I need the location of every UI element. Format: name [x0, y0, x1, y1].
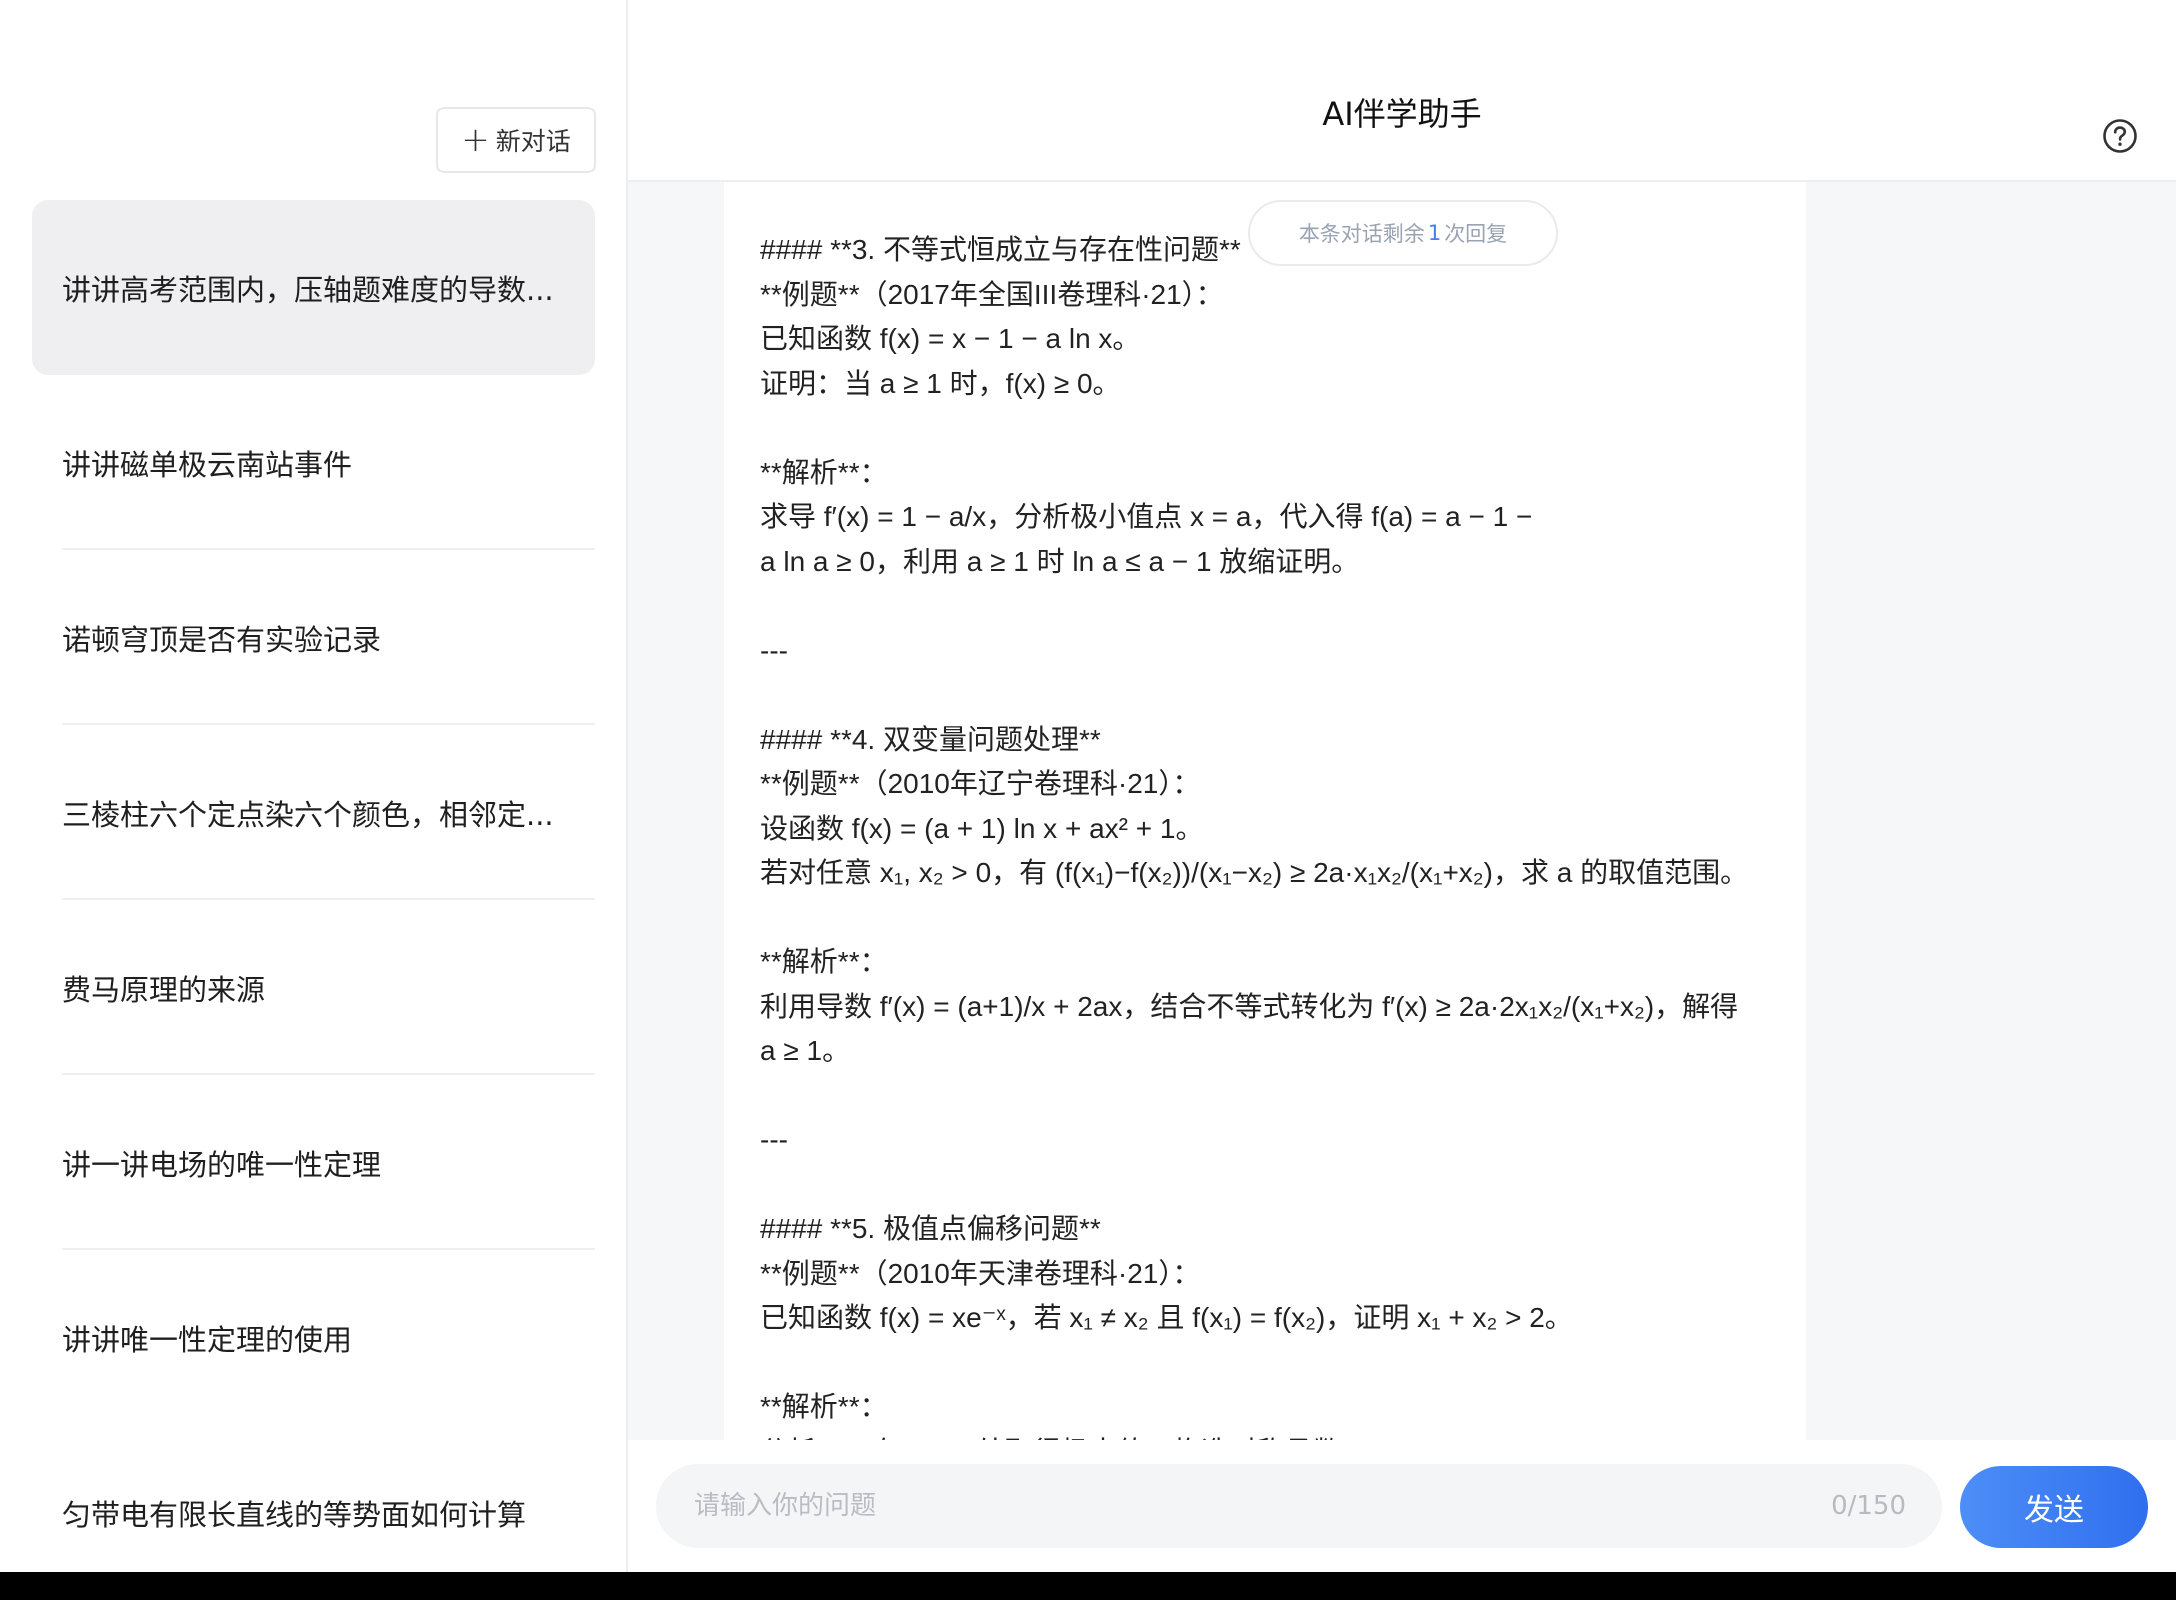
conversation-title: 诺顿穹顶是否有实验记录	[62, 622, 382, 657]
message-line: 已知函数 f(x) = xe⁻ˣ，若 x₁ ≠ x₂ 且 f(x₁) = f(x…	[760, 1302, 1573, 1333]
message-line	[760, 406, 1780, 451]
send-button[interactable]: 发送	[1960, 1466, 2148, 1548]
conversation-list: 讲讲高考范围内，压轴题难度的导数... 讲讲磁单极云南站事件 诺顿穹顶是否有实验…	[32, 200, 595, 1600]
message-line: **解析**：	[760, 1391, 888, 1422]
message-line: ---	[760, 634, 788, 666]
message-content: #### **3. 不等式恒成立与存在性问题** **例题**（2017年全国II…	[760, 228, 1780, 1440]
conversation-item[interactable]: 讲一讲电场的唯一性定理	[32, 1075, 595, 1250]
remaining-count: 1	[1427, 221, 1442, 245]
conversation-item-active[interactable]: 讲讲高考范围内，压轴题难度的导数...	[32, 200, 595, 375]
help-icon[interactable]	[2102, 118, 2138, 154]
message-line: a ln a ≥ 0，利用 a ≥ 1 时 ln a ≤ a − 1 放缩证明。	[760, 545, 1360, 577]
message-line: **例题**（2017年全国III卷理科·21）：	[760, 278, 1224, 310]
message-line: 利用导数 f′(x) = (a+1)/x + 2ax，结合不等式转化为 f′(x…	[760, 990, 1739, 1022]
message-line	[760, 896, 1780, 941]
conversation-title: 费马原理的来源	[62, 972, 266, 1007]
remaining-prefix: 本条对话剩余	[1298, 222, 1425, 246]
message-line: #### **5. 极值点偏移问题**	[760, 1213, 1101, 1244]
conversation-title: 匀带电有限长直线的等势面如何计算	[62, 1497, 527, 1532]
message-line	[760, 584, 1780, 629]
message-line: 设函数 f(x) = (a + 1) ln x + ax² + 1。	[760, 812, 1204, 844]
conversation-title: 讲讲磁单极云南站事件	[62, 447, 353, 482]
question-input[interactable]	[692, 1490, 1596, 1522]
message-line: 证明：当 a ≥ 1 时，f(x) ≥ 0。	[760, 367, 1121, 399]
message-line: #### **4. 双变量问题处理**	[760, 723, 1101, 755]
new-chat-button[interactable]: + 新对话	[436, 107, 596, 173]
chat-area[interactable]: #### **3. 不等式恒成立与存在性问题** **例题**（2017年全国II…	[628, 182, 2176, 1440]
system-nav-bar	[0, 1572, 2176, 1600]
conversation-item[interactable]: 三棱柱六个定点染六个颜色，相邻定...	[32, 725, 595, 900]
header: AI伴学助手	[628, 40, 2176, 182]
message-line	[760, 1074, 1780, 1119]
sidebar: + 新对话 讲讲高考范围内，压轴题难度的导数... 讲讲磁单极云南站事件 诺顿穹…	[0, 0, 628, 1600]
char-counter: 0/150	[1831, 1491, 1906, 1521]
message-line	[760, 673, 1780, 718]
conversation-item[interactable]: 讲讲磁单极云南站事件	[32, 375, 595, 550]
message-line: 求导 f′(x) = 1 − a/x，分析极小值点 x = a，代入得 f(a)…	[760, 501, 1533, 532]
main-panel: AI伴学助手 #### **3. 不等式恒成立与存在性问题** **例题**（20…	[628, 0, 2176, 1572]
conversation-item[interactable]: 讲讲唯一性定理的使用	[32, 1250, 595, 1425]
remaining-suffix: 次回复	[1444, 222, 1508, 246]
remaining-replies-badge: 本条对话剩余 1 次回复	[1248, 200, 1558, 266]
message-line: ---	[760, 1124, 788, 1155]
message-line: 若对任意 x₁, x₂ > 0，有 (f(x₁)−f(x₂))/(x₁−x₂) …	[760, 857, 1749, 888]
page-title: AI伴学助手	[1322, 95, 1482, 133]
message-line: **例题**（2010年辽宁卷理科·21）：	[760, 768, 1201, 799]
message-line	[760, 1163, 1780, 1208]
message-line: **例题**（2010年天津卷理科·21）：	[760, 1257, 1201, 1289]
plus-icon: +	[461, 120, 490, 160]
question-input-container: 0/150	[656, 1464, 1942, 1548]
conversation-title: 讲讲高考范围内，压轴题难度的导数...	[62, 272, 554, 307]
message-line: 已知函数 f(x) = x − 1 − a ln x。	[760, 323, 1141, 354]
conversation-title: 三棱柱六个定点染六个颜色，相邻定...	[62, 797, 554, 832]
message-line: a ≥ 1。	[760, 1035, 851, 1066]
message-line: **解析**：	[760, 946, 888, 977]
conversation-item[interactable]: 费马原理的来源	[32, 900, 595, 1075]
conversation-title: 讲讲唯一性定理的使用	[62, 1322, 353, 1357]
conversation-title: 讲一讲电场的唯一性定理	[62, 1147, 382, 1182]
message-line	[760, 1341, 1780, 1386]
message-line: **解析**：	[760, 456, 888, 488]
message-line: 分析 f(x) 在 x = 1 处取得极大值，构造对称函数 g(x) = f(2…	[760, 1430, 1780, 1441]
assistant-message: #### **3. 不等式恒成立与存在性问题** **例题**（2017年全国II…	[724, 182, 1806, 1440]
conversation-item[interactable]: 诺顿穹顶是否有实验记录	[32, 550, 595, 725]
new-chat-label: 新对话	[495, 127, 571, 156]
input-bar: 0/150 发送	[628, 1440, 2176, 1572]
